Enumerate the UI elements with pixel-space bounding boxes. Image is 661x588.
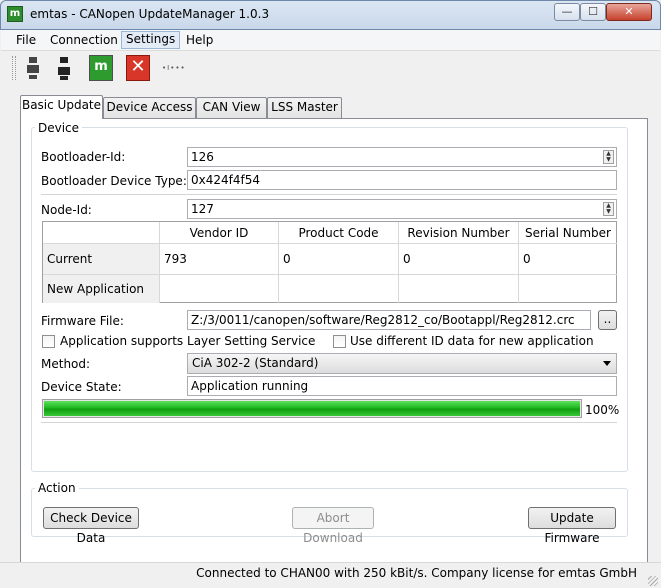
node-id-label: Node-Id: (41, 203, 92, 217)
lss-checkbox-label: Application supports Layer Setting Servi… (60, 334, 316, 348)
tab-lss-master[interactable]: LSS Master (267, 97, 342, 118)
different-id-checkbox-label: Use different ID data for new applicatio… (350, 334, 594, 348)
table-cell[interactable]: 793 (160, 244, 279, 275)
plug-connect-icon[interactable] (21, 55, 45, 81)
table-cell[interactable]: 0 (399, 244, 519, 275)
column-header: Revision Number (399, 222, 519, 244)
device-state-field: Application running (187, 376, 617, 396)
tab-basic-update[interactable]: Basic Update (20, 95, 103, 119)
separator (41, 422, 617, 423)
spin-arrows-icon[interactable]: ▲ ▼ (603, 150, 614, 164)
table-cell[interactable] (519, 275, 617, 303)
progress-bar (42, 399, 582, 418)
action-group-title: Action (35, 481, 79, 495)
table-corner (43, 222, 160, 244)
bootloader-type-label: Bootloader Device Type: (41, 174, 187, 188)
method-select[interactable]: CiA 302-2 (Standard) (187, 353, 617, 374)
menu-help[interactable]: Help (182, 33, 217, 51)
update-firmware-button[interactable]: Update Firmware (528, 507, 616, 545)
method-value: CiA 302-2 (Standard) (192, 356, 319, 370)
progress-fill (44, 401, 580, 416)
plug-disconnect-icon[interactable] (52, 55, 76, 81)
close-button[interactable]: ✕ (606, 3, 652, 21)
row-header-current: Current Application (43, 244, 160, 297)
status-text: Connected to CHAN00 with 250 kBit/s. Com… (196, 566, 637, 580)
tab-can-view[interactable]: CAN View (196, 97, 267, 118)
device-group-title: Device (35, 121, 83, 135)
toolbar-grip (12, 56, 16, 80)
different-id-checkbox[interactable] (333, 335, 346, 348)
resize-grip-icon[interactable] (648, 576, 658, 586)
m-logo-icon: m (7, 6, 23, 22)
column-header: Vendor ID (160, 222, 279, 244)
device-state-label: Device State: (41, 380, 122, 394)
row-header-new: New Application (43, 275, 160, 303)
table-cell[interactable]: 0 (279, 244, 399, 275)
firmware-file-field[interactable]: Z:/3/0011/canopen/software/Reg2812_co/Bo… (187, 310, 591, 330)
table-cell[interactable] (399, 275, 519, 303)
m-logo-icon[interactable]: m (89, 55, 113, 81)
spin-arrows-icon[interactable]: ▲ ▼ (603, 202, 614, 216)
menu-settings[interactable]: Settings (121, 31, 181, 49)
tab-device-access[interactable]: Device Access (103, 97, 196, 118)
table-cell[interactable]: 0 (519, 244, 617, 275)
table-cell[interactable] (279, 275, 399, 303)
bootloader-id-field[interactable]: 126 ▲ ▼ (187, 147, 617, 167)
check-device-data-button[interactable]: Check Device Data (43, 507, 139, 545)
node-id-field[interactable]: 127 ▲ ▼ (187, 199, 617, 219)
bootloader-id-label: Bootloader-Id: (41, 150, 126, 164)
window-title: emtas - CANopen UpdateManager 1.0.3 (30, 7, 270, 21)
abort-download-button[interactable]: Abort Download (292, 507, 374, 545)
method-label: Method: (41, 357, 91, 371)
firmware-label: Firmware File: (41, 314, 124, 328)
table-cell[interactable] (160, 275, 279, 303)
bus-icon[interactable]: •I••• (162, 64, 186, 72)
chevron-down-icon (603, 361, 611, 366)
separator (41, 194, 617, 195)
lss-checkbox[interactable] (42, 335, 55, 348)
device-data-table: Vendor ID Product Code Revision Number S… (42, 221, 617, 303)
progress-percent: 100% (585, 403, 620, 417)
bootloader-type-field[interactable]: 0x424f4f54 (187, 170, 617, 190)
menu-file[interactable]: File (12, 33, 40, 51)
minimize-button[interactable]: — (554, 3, 580, 21)
node-id-value: 127 (191, 202, 214, 216)
maximize-button[interactable]: ☐ (580, 3, 606, 21)
column-header: Product Code (279, 222, 399, 244)
browse-button[interactable]: .. (598, 310, 617, 330)
column-header: Serial Number (519, 222, 617, 244)
bootloader-id-value: 126 (191, 150, 214, 164)
red-x-icon[interactable]: ✕ (126, 55, 150, 81)
menu-connection[interactable]: Connection (46, 33, 122, 51)
